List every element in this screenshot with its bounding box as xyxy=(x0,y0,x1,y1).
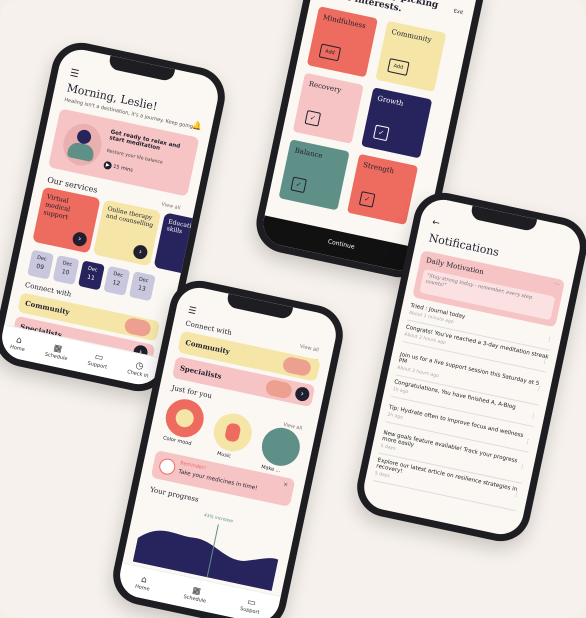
tab-support[interactable]: ▭ Support xyxy=(87,351,110,371)
guitar-icon xyxy=(224,422,242,443)
connect-label: Community xyxy=(184,337,231,357)
arrow-icon[interactable]: › xyxy=(132,243,149,261)
more-icon[interactable]: ⋮ xyxy=(513,490,520,498)
menu-icon[interactable]: ☰ xyxy=(69,68,80,81)
exit-button[interactable]: Exit xyxy=(453,8,464,16)
pill-icon xyxy=(157,457,177,477)
interest-balance[interactable]: Balance ✓ xyxy=(278,139,350,211)
check-icon[interactable]: ✓ xyxy=(372,124,390,142)
more-icon[interactable]: ⋮ xyxy=(541,357,548,365)
notch xyxy=(225,293,294,321)
tab-home[interactable]: ⌂ Home xyxy=(134,574,152,593)
more-icon[interactable]: ⋮ xyxy=(546,336,553,344)
date-chip[interactable]: Dec 12 xyxy=(103,265,131,296)
more-icon[interactable]: ⋯ xyxy=(553,280,560,288)
interest-growth[interactable]: Growth ✓ xyxy=(361,87,433,159)
people-illustration xyxy=(123,316,153,338)
service-label: Virtual medical support xyxy=(42,192,71,222)
services-view-all[interactable]: View all xyxy=(161,201,181,211)
more-icon[interactable]: ⋮ xyxy=(529,412,536,420)
interest-recovery[interactable]: Recovery ✓ xyxy=(292,72,364,144)
more-icon[interactable]: ⋮ xyxy=(535,385,542,393)
service-card-therapy[interactable]: Online therapy and counselling › xyxy=(92,199,162,267)
people-illustration xyxy=(281,355,313,378)
bell-icon[interactable]: 🔔 xyxy=(191,120,203,131)
daily-quote: "Stay strong today - remember, every ste… xyxy=(425,272,533,301)
menu-icon[interactable]: ☰ xyxy=(187,306,197,317)
add-button[interactable]: Add xyxy=(387,58,410,76)
tab-support[interactable]: ▭ Support xyxy=(239,596,262,616)
service-label: Educational skills xyxy=(166,218,205,236)
just-for-you-heading: Just for you xyxy=(170,383,213,401)
continue-button[interactable]: Continue xyxy=(259,215,424,275)
notch xyxy=(469,205,538,233)
add-button[interactable]: Add xyxy=(318,43,342,62)
category-make[interactable] xyxy=(258,424,304,470)
play-icon[interactable]: ▶ xyxy=(102,160,113,171)
date-chip[interactable]: Dec 10 xyxy=(52,255,80,286)
tab-schedule[interactable]: ▦ Schedule xyxy=(183,584,209,605)
check-icon[interactable]: ✓ xyxy=(290,176,307,194)
connect-label: Specialists xyxy=(179,363,223,381)
people-illustration xyxy=(264,378,294,400)
category-music[interactable] xyxy=(210,409,256,456)
meditation-illustration xyxy=(59,120,106,170)
date-chip[interactable]: Dec 13 xyxy=(128,271,156,302)
notch xyxy=(107,55,176,83)
date-chip[interactable]: Dec 09 xyxy=(27,249,55,280)
date-chip-selected[interactable]: Dec 11 xyxy=(77,260,105,291)
more-icon[interactable]: ⋮ xyxy=(519,463,526,471)
service-card-education[interactable]: Educational skills xyxy=(153,212,222,280)
reminder-text: Take your medicines in time! xyxy=(177,469,258,492)
interest-strength[interactable]: Strength ✓ xyxy=(346,153,419,225)
category-color-mood[interactable] xyxy=(162,395,208,441)
category-label: Music xyxy=(216,450,232,460)
tab-check-in[interactable]: ◷ Check in xyxy=(127,359,151,380)
tab-schedule[interactable]: ▦ Schedule xyxy=(44,342,70,362)
interest-community[interactable]: Community Add xyxy=(375,20,447,92)
connect-view-all[interactable]: View all xyxy=(299,344,319,354)
check-icon[interactable]: ✓ xyxy=(304,110,322,127)
meditation-time: 15 mins xyxy=(112,163,134,174)
check-icon[interactable]: ✓ xyxy=(358,191,376,208)
meditation-duration: ▶ 15 mins xyxy=(102,160,134,175)
tab-home[interactable]: ⌂ Home xyxy=(10,334,28,353)
canvas: ☰ Morning, Leslie! Healing isn't a desti… xyxy=(0,0,586,618)
arrow-icon[interactable]: › xyxy=(71,230,89,248)
interest-mindfulness[interactable]: Mindfulness Add xyxy=(306,6,378,78)
back-arrow-icon[interactable]: ← xyxy=(431,218,440,229)
close-icon[interactable]: ✕ xyxy=(282,481,288,489)
service-label: Online therapy and counselling xyxy=(105,205,154,230)
connect-label: Community xyxy=(24,298,71,317)
service-card-virtual[interactable]: Virtual medical support › xyxy=(32,186,101,254)
arrow-icon[interactable]: › xyxy=(293,385,311,403)
palette-icon xyxy=(174,407,196,429)
more-icon[interactable]: ⋮ xyxy=(524,438,531,446)
